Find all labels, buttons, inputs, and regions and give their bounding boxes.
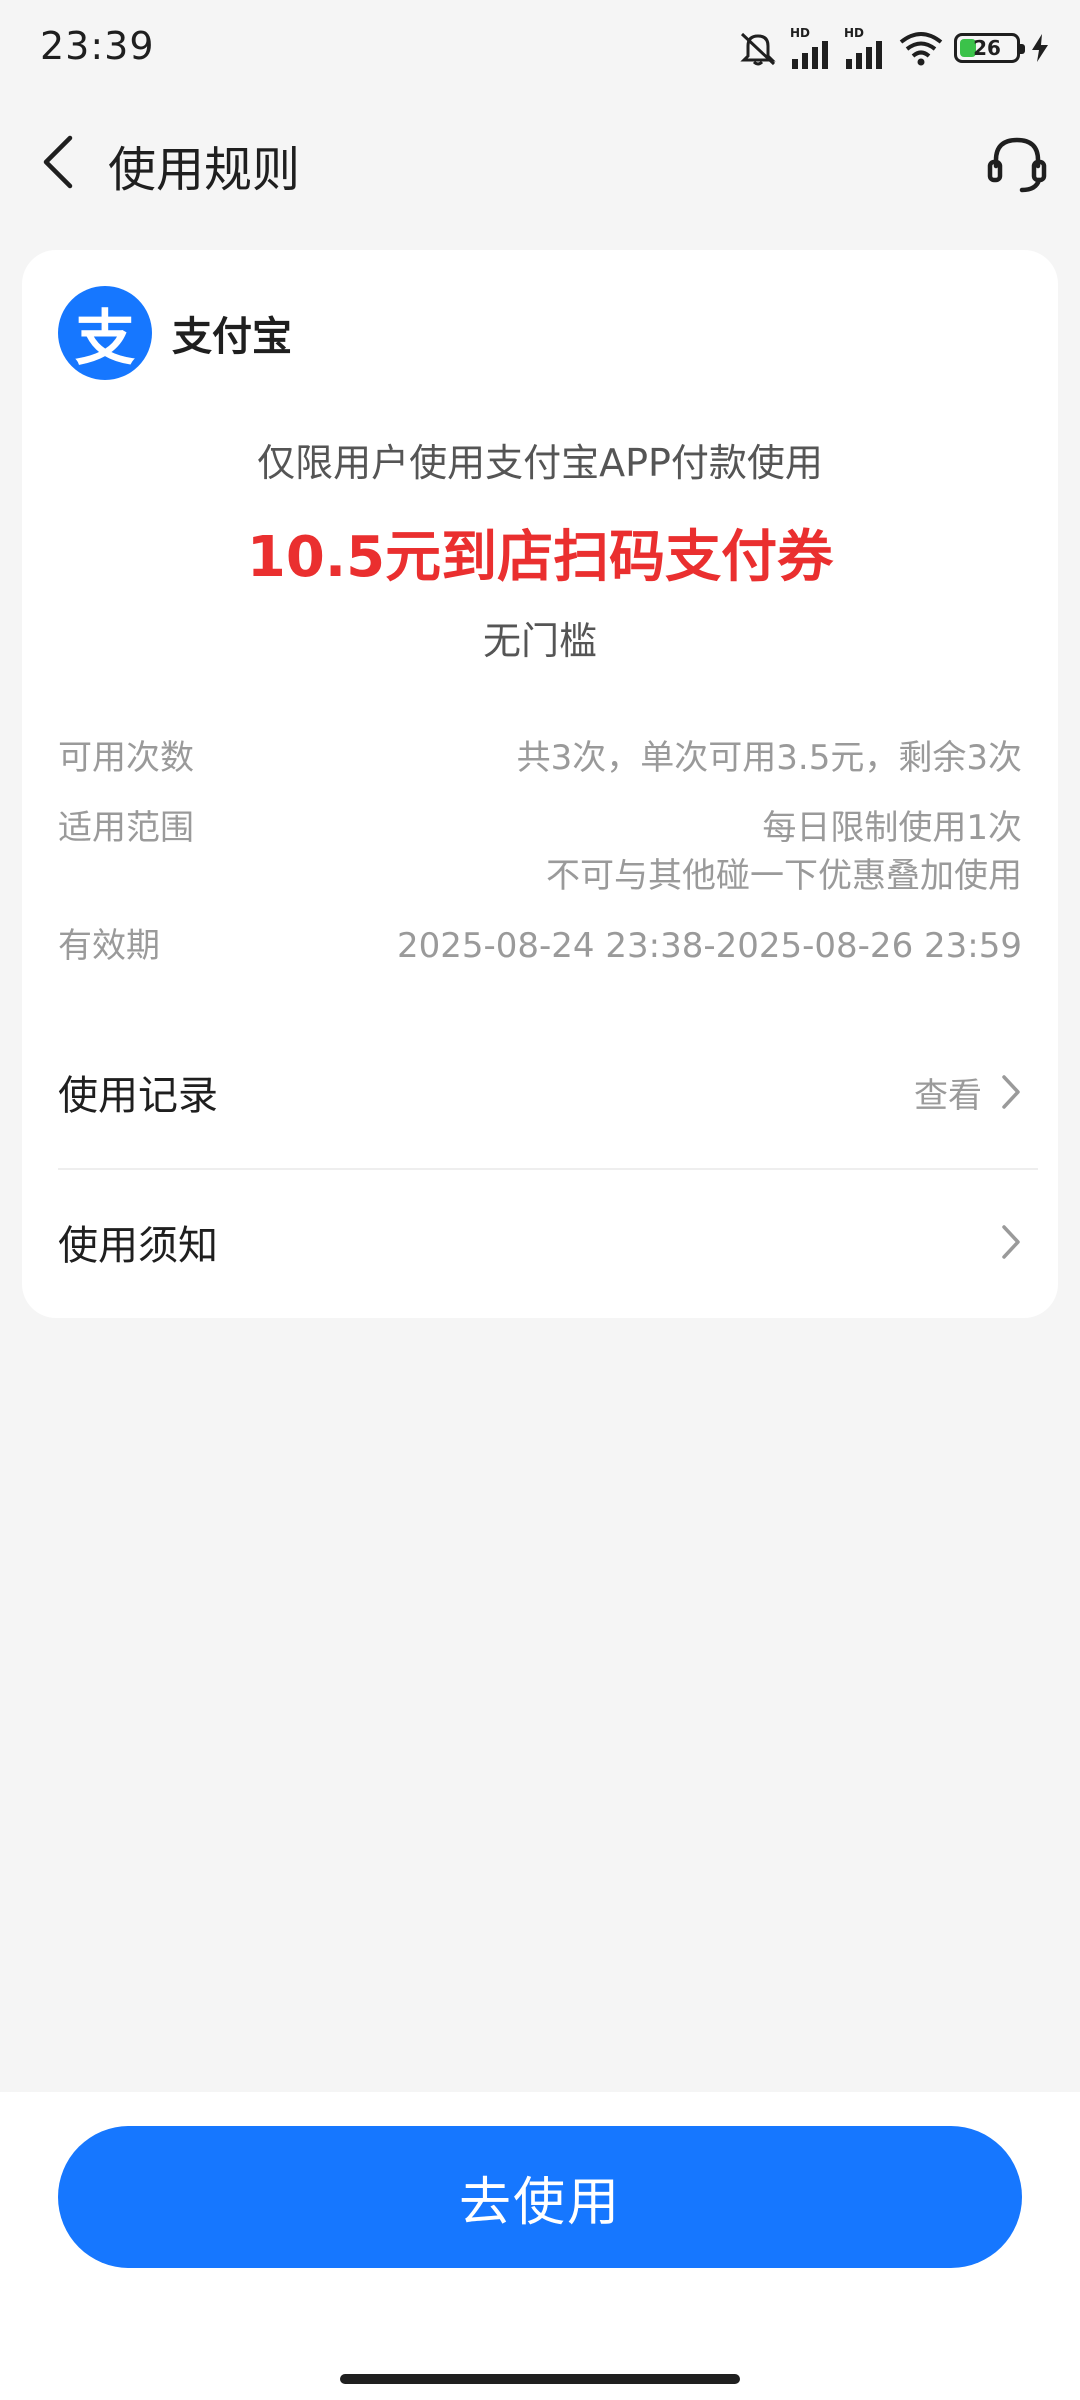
status-bar: 23:39 HD HD 26 (0, 0, 1080, 96)
page-title: 使用规则 (108, 142, 301, 198)
brand: 支 支付宝 (58, 286, 292, 380)
view-link-text: 查看 (914, 1075, 982, 1116)
headset-icon (987, 137, 1047, 193)
info-value: 每日限制使用1次 不可与其他碰一下优惠叠加使用 (546, 804, 1022, 900)
home-indicator[interactable] (340, 2374, 740, 2384)
chevron-left-icon (43, 135, 73, 189)
alipay-logo-icon: 支 (58, 286, 152, 380)
charging-icon (1030, 33, 1050, 63)
usage-notice-label: 使用须知 (58, 1223, 218, 1269)
info-value: 共3次，单次可用3.5元，剩余3次 (516, 738, 1022, 778)
info-value: 2025-08-24 23:38-2025-08-26 23:59 (396, 926, 1022, 966)
signal-icon-2: HD (844, 27, 888, 69)
customer-service-button[interactable] (982, 128, 1052, 198)
usage-records-label: 使用记录 (58, 1073, 218, 1119)
info-key: 适用范围 (58, 808, 194, 848)
usage-notice-action (1000, 1224, 1022, 1260)
brand-name: 支付宝 (172, 314, 292, 360)
status-icons: HD HD 26 (736, 22, 1050, 74)
back-button[interactable] (28, 132, 88, 192)
coupon-title: 10.5元到店扫码支付券 (246, 525, 834, 590)
info-value-line: 不可与其他碰一下优惠叠加使用 (546, 856, 1022, 896)
info-row-validity: 有效期 2025-08-24 23:38-2025-08-26 23:59 (58, 922, 1022, 970)
header: 使用规则 (0, 110, 1080, 210)
wifi-icon (898, 30, 944, 66)
bottom-action-bar: 去使用 (0, 2092, 1080, 2400)
battery-icon: 26 (954, 33, 1025, 63)
signal-icon: HD (790, 27, 834, 69)
info-value-line: 每日限制使用1次 (762, 808, 1022, 848)
status-time: 23:39 (40, 24, 155, 68)
info-key: 有效期 (58, 926, 160, 966)
chevron-right-icon (1002, 1225, 1020, 1259)
info-row-usage-count: 可用次数 共3次，单次可用3.5元，剩余3次 (58, 734, 1022, 782)
use-now-button[interactable]: 去使用 (58, 2126, 1022, 2268)
mute-icon (736, 28, 780, 68)
usage-records-action: 查看 (914, 1068, 1022, 1117)
threshold-text: 无门槛 (482, 619, 597, 663)
divider (58, 1168, 1038, 1170)
battery-percent: 26 (973, 36, 1001, 60)
coupon-card: 支 支付宝 仅限用户使用支付宝APP付款使用 10.5元到店扫码支付券 无门槛 … (22, 250, 1058, 1318)
usage-records-row[interactable]: 使用记录 查看 (58, 1032, 1022, 1152)
info-key: 可用次数 (58, 738, 194, 778)
limit-note: 仅限用户使用支付宝APP付款使用 (257, 441, 823, 485)
info-row-scope: 适用范围 每日限制使用1次 不可与其他碰一下优惠叠加使用 (58, 804, 1022, 900)
network-type-label: HD (790, 26, 811, 40)
chevron-right-icon (1002, 1075, 1020, 1109)
usage-notice-row[interactable]: 使用须知 (58, 1182, 1022, 1302)
network-type-label-2: HD (844, 26, 865, 40)
